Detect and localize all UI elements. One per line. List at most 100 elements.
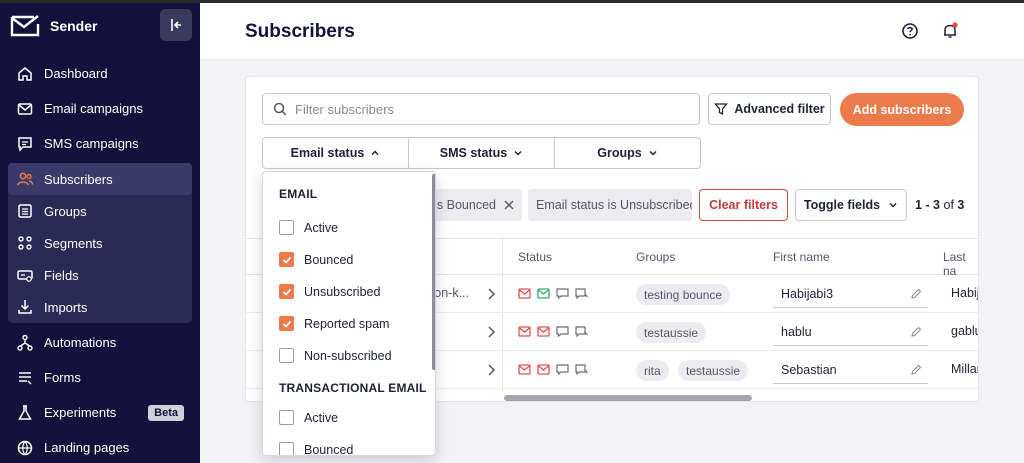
group-tag[interactable]: testing bounce bbox=[636, 284, 731, 305]
tab-sms-status[interactable]: SMS status bbox=[409, 138, 555, 168]
group-tag[interactable]: testaussie bbox=[678, 360, 749, 381]
sidebar-item-label: Subscribers bbox=[44, 171, 113, 187]
sidebar-item-imports[interactable]: Imports bbox=[8, 291, 192, 323]
checkbox[interactable] bbox=[279, 348, 294, 363]
filter-chip-unsubscribed[interactable]: Email status is Unsubscribed bbox=[528, 189, 692, 221]
sidebar-item-label: Email campaigns bbox=[44, 101, 143, 116]
option-label: Bounced bbox=[304, 442, 354, 456]
option-transactional-bounced[interactable]: Bounced bbox=[279, 442, 354, 456]
status-icons bbox=[518, 364, 588, 375]
brand-logo[interactable]: Sender bbox=[10, 14, 97, 38]
column-first-name[interactable]: First name bbox=[773, 250, 830, 264]
option-email-reported-spam[interactable]: Reported spam bbox=[279, 316, 389, 331]
group-tag[interactable]: testaussie bbox=[636, 322, 707, 343]
chevron-down-icon bbox=[514, 150, 522, 156]
sidebar-item-label: Imports bbox=[44, 299, 88, 315]
group-tag[interactable]: rita bbox=[636, 360, 669, 381]
sms-status-icon bbox=[556, 326, 569, 337]
sidebar-item-segments[interactable]: Segments bbox=[8, 227, 192, 259]
first-name-field[interactable]: Habijabi3 bbox=[773, 280, 928, 308]
sidebar-item-landing-pages[interactable]: Landing pages bbox=[8, 430, 192, 463]
collapse-left-icon bbox=[171, 19, 181, 31]
sidebar-item-forms[interactable]: Forms bbox=[8, 360, 192, 395]
transactional-status-icon bbox=[537, 288, 550, 299]
email-status-icon bbox=[518, 288, 531, 299]
sidebar-item-label: SMS campaigns bbox=[44, 136, 139, 151]
status-icons bbox=[518, 326, 588, 337]
checkmark-icon bbox=[282, 256, 291, 264]
notification-bell-icon[interactable] bbox=[941, 22, 959, 40]
sidebar-item-subscribers[interactable]: Subscribers bbox=[8, 163, 192, 195]
beta-badge: Beta bbox=[148, 404, 184, 421]
tab-email-status[interactable]: Email status bbox=[263, 138, 409, 168]
chevron-right-icon[interactable] bbox=[486, 287, 496, 301]
home-icon bbox=[18, 66, 32, 81]
last-name-value[interactable]: Habij bbox=[951, 286, 978, 300]
help-icon[interactable] bbox=[901, 22, 919, 40]
checkbox-checked[interactable] bbox=[279, 252, 294, 267]
email-status-dropdown: EMAIL Active Bounced Unsubscribed Report… bbox=[262, 171, 436, 456]
checkbox-checked[interactable] bbox=[279, 316, 294, 331]
filter-chip-bounced[interactable]: s Bounced bbox=[426, 189, 522, 221]
advanced-filter-label: Advanced filter bbox=[734, 102, 825, 116]
section-email: EMAIL bbox=[279, 187, 318, 201]
sidebar-item-email-campaigns[interactable]: Email campaigns bbox=[8, 91, 192, 126]
option-email-bounced[interactable]: Bounced bbox=[279, 252, 353, 267]
subscribers-nav-group: Subscribers Groups Segments Fields Impor… bbox=[8, 163, 192, 323]
chevron-right-icon[interactable] bbox=[486, 363, 496, 377]
column-status[interactable]: Status bbox=[518, 250, 552, 264]
users-icon bbox=[17, 172, 34, 186]
pencil-icon[interactable] bbox=[910, 326, 922, 338]
chevron-right-icon[interactable] bbox=[486, 325, 496, 339]
column-groups[interactable]: Groups bbox=[636, 250, 675, 264]
sidebar-item-automations[interactable]: Automations bbox=[8, 325, 192, 360]
list-icon bbox=[18, 204, 32, 218]
option-email-unsubscribed[interactable]: Unsubscribed bbox=[279, 284, 380, 299]
collapse-sidebar-button[interactable] bbox=[160, 9, 192, 41]
page-header: Subscribers bbox=[200, 3, 1024, 60]
sidebar-item-label: Experiments bbox=[44, 405, 117, 420]
flask-icon bbox=[18, 404, 32, 420]
clear-filters-button[interactable]: Clear filters bbox=[699, 189, 788, 221]
search-box[interactable] bbox=[262, 93, 700, 125]
last-name-value[interactable]: gablu bbox=[951, 324, 978, 338]
sidebar-item-label: Forms bbox=[44, 370, 81, 385]
search-input[interactable] bbox=[295, 101, 675, 117]
first-name-field[interactable]: hablu bbox=[773, 318, 928, 346]
checkbox[interactable] bbox=[279, 220, 294, 235]
checkbox[interactable] bbox=[279, 442, 294, 455]
add-subscribers-button[interactable]: Add subscribers bbox=[840, 93, 964, 126]
option-email-active[interactable]: Active bbox=[279, 220, 338, 235]
toggle-fields-button[interactable]: Toggle fields bbox=[795, 189, 907, 221]
chevron-down-icon bbox=[889, 202, 897, 208]
sidebar-item-groups[interactable]: Groups bbox=[8, 195, 192, 227]
section-transactional-email: TRANSACTIONAL EMAIL bbox=[279, 381, 427, 395]
sidebar-item-experiments[interactable]: Experiments Beta bbox=[8, 395, 192, 430]
last-name-value[interactable]: Millar bbox=[951, 362, 978, 376]
fields-icon bbox=[17, 270, 33, 282]
dropdown-scrollbar[interactable] bbox=[432, 174, 435, 370]
pencil-icon[interactable] bbox=[910, 288, 922, 300]
advanced-filter-button[interactable]: Advanced filter bbox=[708, 93, 831, 125]
sidebar-item-dashboard[interactable]: Dashboard bbox=[8, 56, 192, 91]
checkbox[interactable] bbox=[279, 410, 294, 425]
count-total: 3 bbox=[957, 198, 965, 212]
first-name-field[interactable]: Sebastian bbox=[773, 356, 928, 384]
sms-transactional-icon bbox=[575, 364, 588, 375]
option-label: Bounced bbox=[304, 252, 354, 267]
sender-logo-icon bbox=[10, 15, 40, 37]
sidebar-item-sms-campaigns[interactable]: SMS campaigns bbox=[8, 126, 192, 161]
tab-groups[interactable]: Groups bbox=[555, 138, 700, 168]
pencil-icon[interactable] bbox=[910, 364, 922, 376]
horizontal-scrollbar[interactable] bbox=[504, 395, 752, 401]
column-last-name[interactable]: Last na bbox=[943, 250, 978, 278]
tab-label: Email status bbox=[290, 146, 365, 160]
sidebar-item-fields[interactable]: Fields bbox=[8, 259, 192, 291]
option-email-non-subscribed[interactable]: Non-subscribed bbox=[279, 348, 392, 363]
option-label: Active bbox=[304, 220, 339, 235]
sms-status-icon bbox=[556, 364, 569, 375]
option-transactional-active[interactable]: Active bbox=[279, 410, 338, 425]
close-icon[interactable] bbox=[504, 200, 514, 210]
transactional-status-icon bbox=[537, 326, 550, 337]
checkbox-checked[interactable] bbox=[279, 284, 294, 299]
